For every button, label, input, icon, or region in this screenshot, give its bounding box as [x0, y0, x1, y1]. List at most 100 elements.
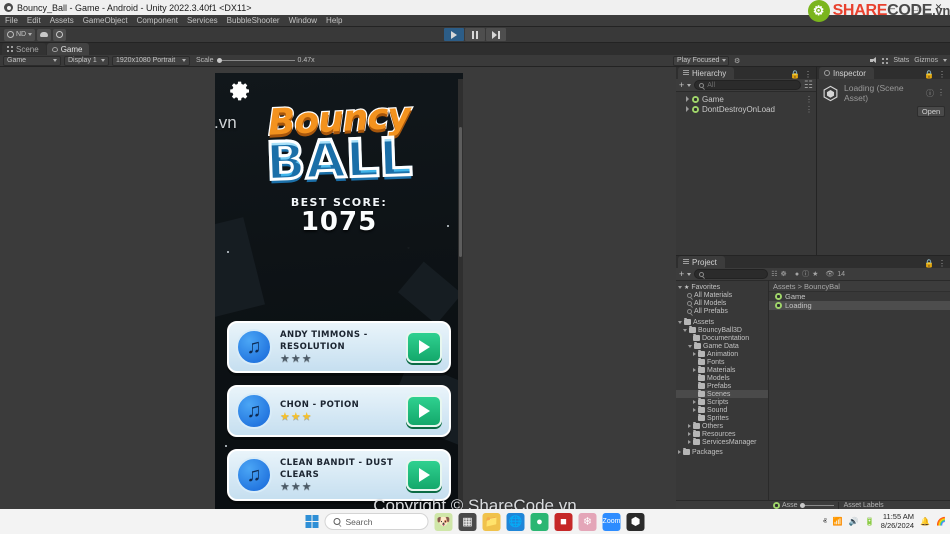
scale-slider-knob[interactable] [216, 58, 222, 63]
project-tree-item[interactable]: Prefabs [676, 381, 768, 390]
favorite-all-materials[interactable]: All Materials [676, 291, 768, 299]
project-tree-item-scenes[interactable]: Scenes [676, 389, 768, 398]
taskbar-app-green[interactable]: ● [530, 512, 549, 531]
menu-item-component[interactable]: Component [137, 16, 178, 25]
project-tree-item[interactable]: Others [676, 421, 768, 430]
scale-slider[interactable] [216, 56, 295, 66]
scale-control[interactable]: Scale 0.47x [196, 56, 315, 66]
taskbar-app-pink[interactable]: ❄ [578, 512, 597, 531]
gizmos-button[interactable]: Gizmos [914, 57, 938, 64]
chevron-down-icon[interactable] [943, 59, 947, 62]
notifications-bell-icon[interactable]: 🔔 [920, 517, 930, 526]
taskbar-app-widget[interactable]: 🐶 [434, 512, 453, 531]
stats-button[interactable]: Stats [893, 57, 909, 64]
project-tree-item[interactable]: Sound [676, 405, 768, 414]
taskbar-app-edge[interactable]: 🌐 [506, 512, 525, 531]
project-tree-item[interactable]: Documentation [676, 333, 768, 342]
favorites-root[interactable]: ★ Favorites [676, 283, 768, 291]
more-menu-icon[interactable]: ⋮ [938, 70, 946, 79]
tab-hierarchy[interactable]: Hierarchy [678, 67, 735, 79]
settings-gear-icon[interactable] [229, 79, 253, 103]
aspect-icon[interactable] [882, 57, 889, 64]
open-button[interactable]: Open [917, 106, 945, 117]
lock-icon[interactable]: 🔒 [790, 70, 800, 79]
mute-audio-icon[interactable] [870, 57, 877, 64]
search-input[interactable]: Search [324, 513, 429, 530]
hierarchy-item-game[interactable]: Game ⋮ [676, 94, 816, 104]
project-tree-item[interactable]: Resources [676, 429, 768, 438]
show-hidden-icons-chevron[interactable]: ⱏ [823, 517, 827, 527]
project-tree-item-packages[interactable]: Packages [676, 447, 768, 456]
chevron-down-icon[interactable] [678, 320, 682, 324]
hierarchy-search-input[interactable]: All [694, 80, 802, 90]
filter-material-icon[interactable]: ● [795, 271, 799, 278]
menu-item-assets[interactable]: Assets [50, 16, 74, 25]
maximize-button[interactable]: □ [904, 0, 927, 15]
chevron-down-icon[interactable] [687, 272, 692, 276]
step-button[interactable] [486, 28, 506, 41]
display-dropdown[interactable]: Display 1 [64, 55, 109, 66]
start-button-icon[interactable] [305, 515, 319, 528]
volume-icon[interactable]: 🔊 [849, 517, 859, 526]
project-tree-item[interactable]: Models [676, 373, 768, 382]
project-tree-item[interactable]: Materials [676, 365, 768, 374]
copilot-icon[interactable]: 🌈 [936, 517, 946, 526]
add-gameobject-button[interactable]: + [679, 80, 684, 90]
play-button[interactable] [444, 28, 464, 41]
help-icon[interactable]: ⓘ [926, 88, 934, 99]
taskbar-app-red[interactable]: ■ [554, 512, 573, 531]
taskbar-app-explorer-dark[interactable]: ▦ [458, 512, 477, 531]
more-menu-icon[interactable]: ⋮ [805, 95, 816, 104]
project-search-input[interactable] [694, 269, 769, 279]
project-tree-item[interactable]: Game Data [676, 341, 768, 350]
project-tree-item[interactable]: BouncyBall3D [676, 325, 768, 334]
menu-item-gameobject[interactable]: GameObject [83, 16, 128, 25]
filter-info-icon[interactable]: ⓘ [802, 269, 809, 279]
tab-inspector[interactable]: Inspector [819, 67, 874, 79]
chevron-down-icon[interactable] [687, 83, 692, 87]
more-menu-icon[interactable]: ⋮ [938, 259, 946, 268]
list-item[interactable]: ♫ ANDY TIMMONS - RESOLUTION ★ ★ ★ [227, 321, 451, 373]
tab-game[interactable]: Game [46, 43, 90, 55]
chevron-right-icon[interactable] [688, 440, 691, 444]
battery-icon[interactable]: 🔋 [865, 517, 875, 526]
chevron-right-icon[interactable] [693, 400, 696, 404]
project-tree-item[interactable]: ServicesManager [676, 437, 768, 446]
settings-button[interactable] [53, 28, 67, 41]
chevron-down-icon[interactable] [683, 328, 687, 332]
chevron-down-icon[interactable] [678, 285, 682, 289]
project-tree-item[interactable]: Sprites [676, 413, 768, 422]
resolution-dropdown[interactable]: 1920x1080 Portrait [112, 55, 190, 66]
search-by-type-icon[interactable]: ☷ [771, 270, 777, 278]
breadcrumb[interactable]: Assets > BouncyBal [769, 281, 950, 292]
search-filter-icon[interactable]: ☷ [804, 80, 813, 91]
hierarchy-item-dontdestroyonload[interactable]: DontDestroyOnLoad ⋮ [676, 104, 816, 114]
favorite-all-models[interactable]: All Models [676, 299, 768, 307]
chevron-right-icon[interactable] [688, 432, 691, 436]
list-item[interactable]: ♫ CHON - POTION ★ ★ ★ [227, 385, 451, 437]
song-play-button[interactable] [406, 395, 442, 427]
menu-item-file[interactable]: File [5, 16, 18, 25]
clock[interactable]: 11:55 AM 8/26/2024 [881, 512, 914, 530]
asset-labels-panel[interactable]: Asset Labels [837, 502, 950, 509]
display-target-dropdown[interactable]: Game [3, 55, 61, 66]
taskbar-app-zoom[interactable]: Zoom [602, 512, 621, 531]
tab-scene[interactable]: Scene [2, 43, 46, 55]
chevron-right-icon[interactable] [686, 106, 689, 112]
minimize-button[interactable]: – [881, 0, 904, 15]
favorite-all-prefabs[interactable]: All Prefabs [676, 307, 768, 315]
lock-icon[interactable]: 🔒 [924, 259, 934, 268]
chevron-right-icon[interactable] [693, 408, 696, 412]
chevron-right-icon[interactable] [693, 352, 696, 356]
song-play-button[interactable] [406, 459, 442, 491]
play-mode-dropdown[interactable]: Play Focused [673, 55, 730, 66]
account-button[interactable]: ND [4, 28, 36, 41]
game-view[interactable]: ShareCode.vn Bouncy BALL BEST SCORE: 107… [0, 67, 676, 510]
filter-favorite-icon[interactable]: ★ [812, 270, 818, 278]
project-tree-item[interactable]: Animation [676, 349, 768, 358]
song-play-button[interactable] [406, 331, 442, 363]
chevron-right-icon[interactable] [686, 96, 689, 102]
asset-item-loading[interactable]: Loading [769, 301, 950, 310]
create-asset-button[interactable]: + [679, 269, 684, 279]
project-tree-item[interactable]: Scripts [676, 397, 768, 406]
